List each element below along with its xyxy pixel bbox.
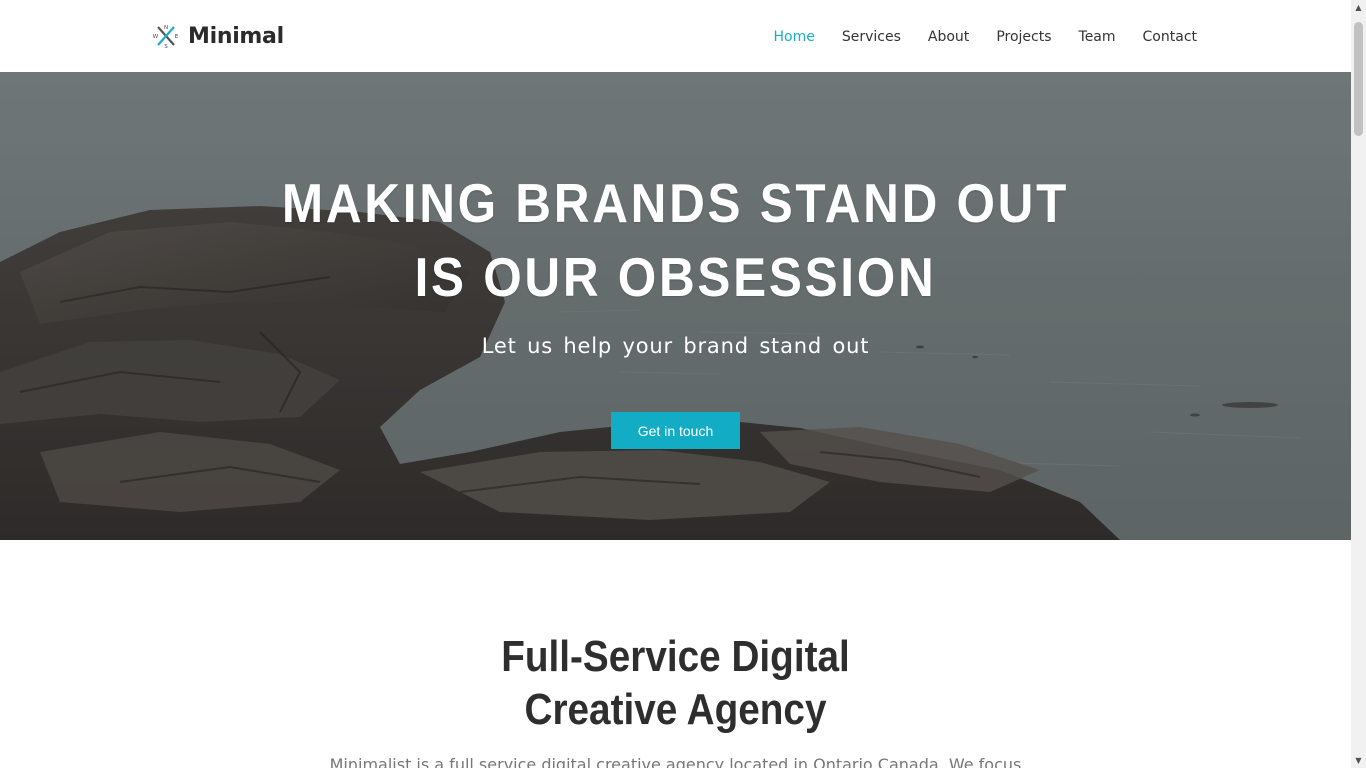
svg-text:W: W bbox=[153, 34, 159, 40]
hero-subtitle: Let us help your brand stand out bbox=[481, 334, 870, 358]
hero-title-line-2: IS OUR OBSESSION bbox=[414, 246, 937, 308]
main-nav: Home Services About Projects Team Contac… bbox=[747, 27, 1197, 47]
svg-text:N: N bbox=[164, 25, 168, 31]
intro-title-line-2: Creative Agency bbox=[524, 685, 827, 734]
site-header: N W E S Minimal Home Services About Proj… bbox=[0, 0, 1351, 72]
get-in-touch-button[interactable]: Get in touch bbox=[611, 412, 740, 449]
intro-title: Full-Service Digital Creative Agency bbox=[81, 630, 1270, 736]
scroll-thumb[interactable] bbox=[1354, 22, 1363, 136]
svg-text:S: S bbox=[164, 44, 168, 49]
nav-item-team[interactable]: Team bbox=[1079, 27, 1116, 47]
nav-item-about[interactable]: About bbox=[928, 27, 969, 47]
hero-title: MAKING BRANDS STAND OUT IS OUR OBSESSION bbox=[68, 166, 1284, 314]
brand-logo-link[interactable]: N W E S Minimal bbox=[153, 20, 284, 52]
nav-item-projects[interactable]: Projects bbox=[996, 27, 1051, 47]
nav-item-services[interactable]: Services bbox=[842, 27, 901, 47]
nav-item-contact[interactable]: Contact bbox=[1143, 27, 1197, 47]
intro-title-line-1: Full-Service Digital bbox=[501, 632, 850, 681]
hero-section: MAKING BRANDS STAND OUT IS OUR OBSESSION… bbox=[0, 72, 1351, 540]
nav-item-home[interactable]: Home bbox=[774, 27, 815, 47]
page-scrollbar[interactable]: ▲ ▼ bbox=[1351, 0, 1366, 768]
brand-name: Minimal bbox=[188, 23, 284, 49]
hero-title-line-1: MAKING BRANDS STAND OUT bbox=[281, 172, 1070, 234]
svg-text:E: E bbox=[175, 34, 179, 40]
compass-logo-icon: N W E S bbox=[153, 25, 179, 49]
page: N W E S Minimal Home Services About Proj… bbox=[0, 0, 1351, 768]
scroll-down-arrow-icon[interactable]: ▼ bbox=[1351, 753, 1366, 768]
scroll-up-arrow-icon[interactable]: ▲ bbox=[1351, 0, 1366, 15]
intro-text: Minimalist is a full service digital cre… bbox=[329, 755, 1022, 768]
